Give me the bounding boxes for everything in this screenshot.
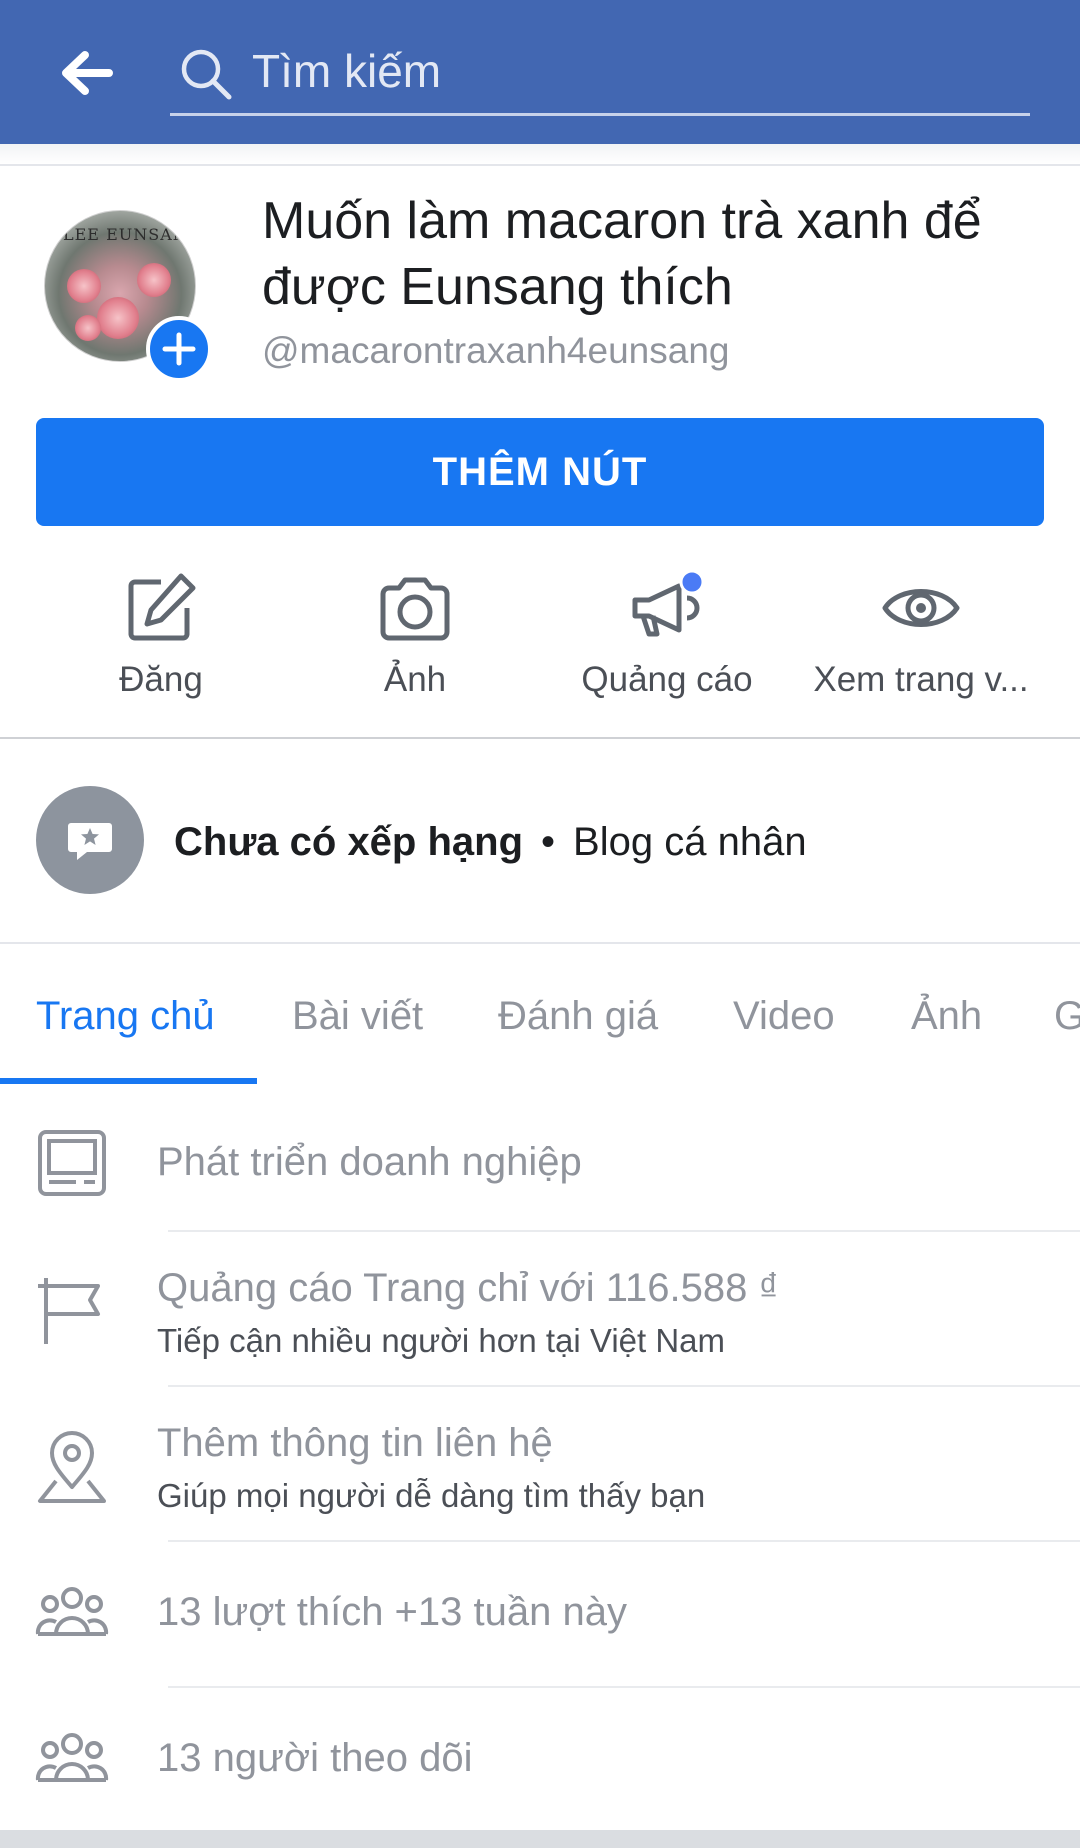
list-item-subtitle: Tiếp cận nhiều người hơn tại Việt Nam — [157, 1322, 726, 1359]
list-item-subtitle: Giúp mọi người dễ dàng tìm thấy bạn — [157, 1477, 706, 1514]
avatar-flower-decoration — [137, 263, 171, 297]
search-input[interactable]: Tìm kiếm — [170, 30, 1030, 116]
list-item-title: Thêm thông tin liên hệ — [157, 1421, 553, 1465]
rating-badge — [36, 786, 144, 894]
tab-reviews[interactable]: Đánh giá — [498, 994, 658, 1039]
promote-action-button[interactable]: Quảng cáo — [540, 560, 794, 710]
back-arrow-icon — [62, 51, 113, 95]
page-tabs: Trang chủ Bài viết Đánh giá Video Ảnh G — [0, 960, 1080, 1084]
eye-icon — [882, 589, 960, 627]
tab-home[interactable]: Trang chủ — [36, 994, 215, 1039]
avatar-logo-text: LEE EUNSANG — [63, 225, 196, 244]
view-as-action-button[interactable]: Xem trang v... — [794, 560, 1048, 710]
avatar-flower-decoration — [75, 315, 101, 341]
row-divider — [168, 1230, 1080, 1232]
top-navigation-bar: Tìm kiếm — [0, 0, 1080, 144]
tab-more[interactable]: G — [1054, 994, 1080, 1039]
photo-action-button[interactable]: Ảnh — [288, 560, 542, 710]
action-label: Xem trang v... — [813, 660, 1029, 699]
rating-summary: Chưa có xếp hạng • Blog cá nhân — [174, 820, 807, 865]
section-divider — [0, 1830, 1080, 1848]
megaphone-icon — [632, 569, 705, 637]
page-title: Muốn làm macaron trà xanh để được Eunsan… — [262, 192, 982, 316]
tab-photos[interactable]: Ảnh — [911, 994, 982, 1039]
notification-badge — [679, 569, 705, 595]
section-divider — [0, 737, 1080, 739]
people-icon — [35, 1733, 109, 1782]
search-icon — [181, 49, 232, 100]
row-divider — [168, 1686, 1080, 1688]
add-button[interactable]: THÊM NÚT — [36, 418, 1044, 526]
list-item-title: Phát triển doanh nghiệp — [157, 1140, 582, 1184]
list-item-promote[interactable]: Quảng cáo Trang chỉ với 116.588 ₫ Tiếp c… — [0, 1250, 1080, 1370]
profile-picture[interactable]: LEE EUNSANG — [44, 210, 212, 382]
page-actions-row: Đăng Ảnh Quảng cáo Xem trang v... — [0, 560, 1080, 710]
active-tab-indicator — [0, 1078, 257, 1084]
review-star-icon — [68, 823, 112, 860]
section-divider — [0, 942, 1080, 944]
list-item-title: 13 lượt thích +13 tuần này — [157, 1590, 627, 1634]
row-divider — [168, 1385, 1080, 1387]
edit-icon — [128, 573, 196, 641]
action-label: Ảnh — [383, 660, 447, 699]
header-divider — [0, 144, 1080, 166]
list-item-business[interactable]: Phát triển doanh nghiệp — [0, 1110, 1080, 1210]
location-pin-icon — [38, 1431, 106, 1503]
list-item-followers[interactable]: 13 người theo dõi — [0, 1706, 1080, 1816]
plus-icon — [162, 332, 196, 366]
row-divider — [168, 1540, 1080, 1542]
post-action-button[interactable]: Đăng — [34, 560, 288, 710]
back-button[interactable] — [50, 40, 120, 106]
page-username: @macarontraxanh4eunsang — [262, 330, 730, 371]
flag-icon — [38, 1278, 100, 1344]
separator-dot: • — [541, 820, 556, 864]
list-item-title: Quảng cáo Trang chỉ với 116.588 ₫ — [157, 1266, 779, 1310]
action-label: Quảng cáo — [581, 660, 753, 699]
rating-status: Chưa có xếp hạng — [174, 820, 524, 864]
monitor-icon — [38, 1130, 106, 1196]
search-placeholder: Tìm kiếm — [252, 45, 442, 97]
tab-videos[interactable]: Video — [733, 994, 835, 1039]
avatar-flower-decoration — [67, 269, 101, 303]
avatar-flower-decoration — [97, 297, 139, 339]
list-item-likes[interactable]: 13 lượt thích +13 tuần này — [0, 1560, 1080, 1670]
page-category[interactable]: Blog cá nhân — [573, 820, 807, 864]
tab-posts[interactable]: Bài viết — [292, 994, 423, 1039]
list-item-contact[interactable]: Thêm thông tin liên hệ Giúp mọi người dễ… — [0, 1405, 1080, 1525]
camera-icon — [380, 577, 450, 641]
list-item-title: 13 người theo dõi — [157, 1736, 473, 1780]
add-photo-button[interactable] — [146, 316, 212, 382]
action-label: Đăng — [119, 660, 203, 699]
people-icon — [35, 1587, 109, 1636]
